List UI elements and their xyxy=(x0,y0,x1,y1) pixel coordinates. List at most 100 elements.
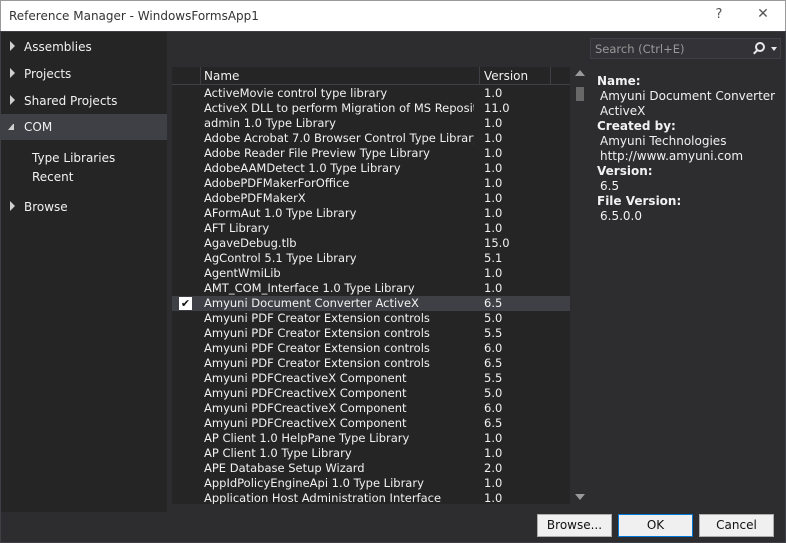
ok-button[interactable]: OK xyxy=(618,514,693,537)
row-version: 6.0 xyxy=(484,401,503,415)
file-version-value: 6.5.0.0 xyxy=(600,209,642,223)
row-version: 6.5 xyxy=(484,356,503,370)
row-version: 1.0 xyxy=(484,221,503,235)
row-name: Amyuni PDF Creator Extension controls xyxy=(204,311,430,325)
row-version: 5.1 xyxy=(484,251,503,265)
nav-item-label: Browse xyxy=(24,200,68,214)
table-row[interactable]: ✔ Amyuni Document Converter ActiveX 6.5 xyxy=(172,296,570,311)
nav-subitem-recent[interactable]: Recent xyxy=(32,170,73,184)
browse-button[interactable]: Browse... xyxy=(537,514,612,537)
row-version: 6.0 xyxy=(484,341,503,355)
row-version: 1.0 xyxy=(484,176,503,190)
row-name: Amyuni PDFCreactiveX Component xyxy=(204,386,407,400)
column-divider[interactable] xyxy=(550,67,551,85)
search-input[interactable]: Search (Ctrl+E) xyxy=(595,42,685,56)
table-row[interactable]: AdobePDFMakerX 1.0 xyxy=(172,191,570,206)
table-row[interactable]: AFT Library 1.0 xyxy=(172,221,570,236)
name-value-line-1: Amyuni Document Converter xyxy=(600,89,776,103)
search-options-dropdown-icon[interactable] xyxy=(771,47,777,51)
table-row[interactable]: AMT_COM_Interface 1.0 Type Library 1.0 xyxy=(172,281,570,296)
details-pane: Name: Amyuni Document Converter ActiveX … xyxy=(597,74,782,224)
row-version: 1.0 xyxy=(484,281,503,295)
row-version: 11.0 xyxy=(484,101,510,115)
row-name: ActiveMovie control type library xyxy=(204,86,388,100)
row-name: AppIdPolicyEngineApi 1.0 Type Library xyxy=(204,476,424,490)
expand-arrow-icon[interactable] xyxy=(10,68,15,78)
help-button[interactable]: ? xyxy=(709,7,729,22)
table-row[interactable]: APE Database Setup Wizard 2.0 xyxy=(172,461,570,476)
row-name: AgaveDebug.tlb xyxy=(204,236,297,250)
nav-item-shared-projects[interactable]: Shared Projects xyxy=(1,88,167,114)
table-row[interactable]: AP Client 1.0 HelpPane Type Library 1.0 xyxy=(172,431,570,446)
table-row[interactable]: AdobeAAMDetect 1.0 Type Library 1.0 xyxy=(172,161,570,176)
created-by-value-line-1: Amyuni Technologies xyxy=(600,134,727,148)
table-row[interactable]: AP Client 1.0 Type Library 1.0 xyxy=(172,446,570,461)
scroll-thumb[interactable] xyxy=(576,87,584,101)
table-row[interactable]: AgControl 5.1 Type Library 5.1 xyxy=(172,251,570,266)
row-version: 5.0 xyxy=(484,386,503,400)
table-row[interactable]: AdobePDFMakerForOffice 1.0 xyxy=(172,176,570,191)
scroll-up-arrow-icon[interactable] xyxy=(575,70,585,76)
table-row[interactable]: AFormAut 1.0 Type Library 1.0 xyxy=(172,206,570,221)
table-row[interactable]: Amyuni PDF Creator Extension controls 5.0 xyxy=(172,311,570,326)
table-row[interactable]: ActiveMovie control type library 1.0 xyxy=(172,86,570,101)
list-header: Name Version xyxy=(172,67,570,85)
row-checkbox[interactable]: ✔ xyxy=(179,297,192,310)
row-version: 1.0 xyxy=(484,146,503,160)
expand-arrow-icon[interactable] xyxy=(10,41,15,51)
table-row[interactable]: Amyuni PDFCreactiveX Component 5.5 xyxy=(172,371,570,386)
nav-item-projects[interactable]: Projects xyxy=(1,61,167,87)
nav-item-com[interactable]: COM xyxy=(1,114,167,140)
search-box[interactable]: Search (Ctrl+E) xyxy=(590,38,781,59)
name-value-line-2: ActiveX xyxy=(600,104,646,118)
row-version: 1.0 xyxy=(484,131,503,145)
table-row[interactable]: admin 1.0 Type Library 1.0 xyxy=(172,116,570,131)
row-name: Amyuni PDF Creator Extension controls xyxy=(204,356,430,370)
row-name: admin 1.0 Type Library xyxy=(204,116,336,130)
table-row[interactable]: Amyuni PDF Creator Extension controls 6.5 xyxy=(172,356,570,371)
row-version: 2.0 xyxy=(484,461,503,475)
expand-arrow-icon[interactable] xyxy=(10,201,15,211)
nav-item-label: Projects xyxy=(24,67,72,81)
row-name: AdobePDFMakerX xyxy=(204,191,306,205)
table-row[interactable]: AgaveDebug.tlb 15.0 xyxy=(172,236,570,251)
close-button[interactable]: ✕ xyxy=(753,6,773,22)
table-row[interactable]: Amyuni PDFCreactiveX Component 6.5 xyxy=(172,416,570,431)
row-name: AdobeAAMDetect 1.0 Type Library xyxy=(204,161,401,175)
column-divider[interactable] xyxy=(479,67,480,85)
nav-item-browse[interactable]: Browse xyxy=(1,194,167,220)
column-header-name[interactable]: Name xyxy=(204,69,239,83)
row-name: AFT Library xyxy=(204,221,270,235)
nav-item-label: Shared Projects xyxy=(24,94,118,108)
table-row[interactable]: Amyuni PDF Creator Extension controls 6.0 xyxy=(172,341,570,356)
row-version: 1.0 xyxy=(484,206,503,220)
column-divider[interactable] xyxy=(200,67,201,85)
table-row[interactable]: Amyuni PDFCreactiveX Component 5.0 xyxy=(172,386,570,401)
list-scrollbar[interactable] xyxy=(572,67,588,504)
table-row[interactable]: Amyuni PDF Creator Extension controls 5.5 xyxy=(172,326,570,341)
nav-subitem-type-libraries[interactable]: Type Libraries xyxy=(32,151,115,165)
scroll-down-arrow-icon[interactable] xyxy=(575,494,585,500)
table-row[interactable]: ActiveX DLL to perform Migration of MS R… xyxy=(172,101,570,116)
category-nav: Assemblies Projects Shared Projects COM … xyxy=(1,32,167,512)
search-icon[interactable] xyxy=(755,42,765,52)
row-name: Amyuni PDF Creator Extension controls xyxy=(204,326,430,340)
table-row[interactable]: Amyuni PDFCreactiveX Component 6.0 xyxy=(172,401,570,416)
dialog-body: Assemblies Projects Shared Projects COM … xyxy=(0,31,786,543)
row-name: AP Client 1.0 Type Library xyxy=(204,446,352,460)
row-name: Adobe Acrobat 7.0 Browser Control Type L… xyxy=(204,131,474,145)
expand-arrow-icon[interactable] xyxy=(10,95,15,105)
table-row[interactable]: Adobe Acrobat 7.0 Browser Control Type L… xyxy=(172,131,570,146)
table-row[interactable]: Application Host Administration Interfac… xyxy=(172,491,570,504)
nav-item-label: COM xyxy=(24,120,53,134)
collapse-arrow-icon[interactable] xyxy=(8,124,14,130)
row-name: Amyuni PDFCreactiveX Component xyxy=(204,416,407,430)
nav-item-assemblies[interactable]: Assemblies xyxy=(1,34,167,60)
cancel-button[interactable]: Cancel xyxy=(699,514,774,537)
table-row[interactable]: AgentWmiLib 1.0 xyxy=(172,266,570,281)
table-row[interactable]: Adobe Reader File Preview Type Library 1.… xyxy=(172,146,570,161)
table-row[interactable]: AppIdPolicyEngineApi 1.0 Type Library 1.0 xyxy=(172,476,570,491)
row-name: APE Database Setup Wizard xyxy=(204,461,365,475)
row-version: 1.0 xyxy=(484,476,503,490)
column-header-version[interactable]: Version xyxy=(484,69,528,83)
